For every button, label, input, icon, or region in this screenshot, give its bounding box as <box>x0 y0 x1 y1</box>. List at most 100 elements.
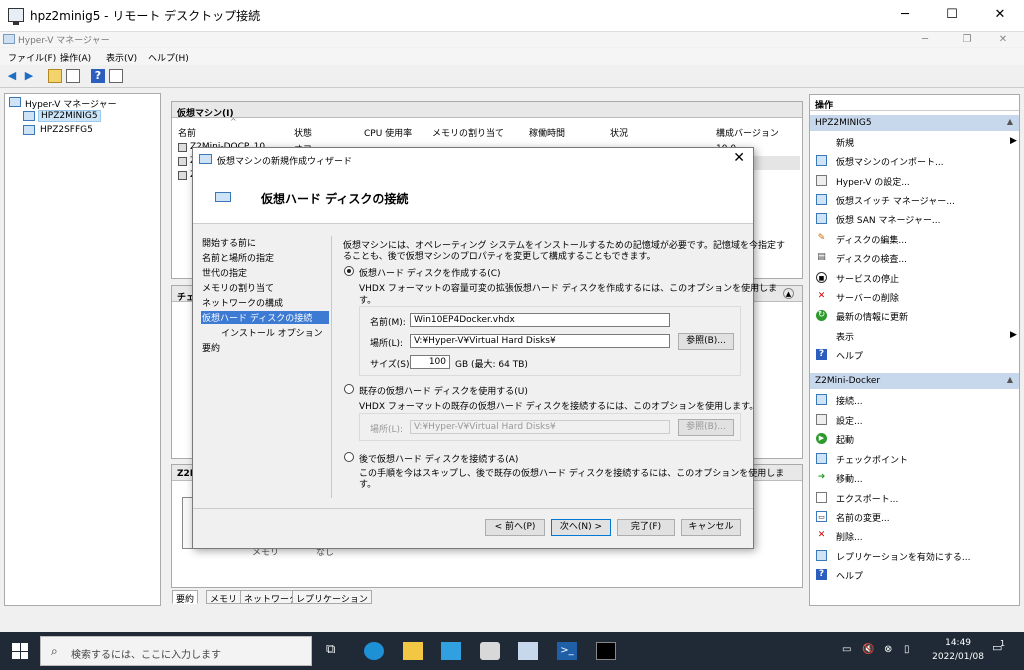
app-minimize-icon[interactable]: ─ <box>915 32 935 47</box>
vm-icon <box>178 143 187 152</box>
clock-date: 2022/01/08 <box>932 652 984 662</box>
network-error-icon[interactable]: ⊗ <box>884 644 892 655</box>
opt-later-desc2: す。 <box>359 480 377 490</box>
start-windows-icon[interactable] <box>12 643 28 659</box>
disk-location-input[interactable]: V:¥Hyper-V¥Virtual Hard Disks¥ <box>410 334 670 348</box>
dialog-title: 仮想マシンの新規作成ウィザード <box>217 157 353 167</box>
powershell-icon[interactable]: >_ <box>557 642 577 660</box>
file-explorer-icon[interactable] <box>403 642 423 660</box>
step-virtual-disk[interactable]: 仮想ハード ディスクの接続 <box>201 311 329 324</box>
radio-attach-later[interactable] <box>344 452 354 462</box>
taskbar-search-box[interactable]: ⌕ 検索するには、ここに入力します <box>40 636 312 666</box>
col-cpu[interactable]: CPU 使用率 <box>364 126 412 139</box>
help-icon[interactable]: ? <box>91 69 105 83</box>
search-placeholder: 検索するには、ここに入力します <box>71 650 221 661</box>
store-icon[interactable] <box>441 642 461 660</box>
browse-existing-button[interactable]: 参照(B)... <box>678 419 734 436</box>
wizard-icon <box>199 154 212 164</box>
app-title: Hyper-V マネージャー <box>18 36 110 46</box>
connect-icon <box>816 394 827 405</box>
tree-item-hpz2minig5[interactable]: HPZ2MINIG5 <box>38 110 101 122</box>
app-restore-icon[interactable]: ❐ <box>957 32 977 47</box>
edge-icon[interactable] <box>364 642 384 660</box>
clock-time: 14:49 <box>945 638 972 648</box>
col-name[interactable]: 名前 <box>178 126 196 139</box>
steps-divider <box>331 236 332 498</box>
opt-existing-label[interactable]: 既存の仮想ハード ディスクを使用する(U) <box>359 384 528 397</box>
opt-create-desc2: す。 <box>359 296 377 306</box>
intro-text-line2: ることも、後で仮想マシンのプロパティを変更して構成することもできます。 <box>343 252 656 262</box>
opt-create-label[interactable]: 仮想ハード ディスクを作成する(C) <box>359 266 501 279</box>
opt-later-desc1: この手順を今はスキップし、後で既存の仮想ハード ディスクを接続するには、このオプ… <box>359 469 785 479</box>
size-label: サイズ(S): <box>370 360 413 370</box>
tab-replication[interactable]: レプリケーション <box>292 590 372 605</box>
step-generation[interactable]: 世代の指定 <box>201 266 329 279</box>
step-memory[interactable]: メモリの割り当て <box>201 281 329 294</box>
tree-root[interactable]: Hyper-V マネージャー <box>25 97 117 110</box>
server-icon <box>23 111 35 121</box>
disk-name-input[interactable]: Win10EP4Docker.vhdx <box>410 313 670 327</box>
vm-icon <box>178 171 187 180</box>
menu-action[interactable]: 操作(A) <box>60 51 91 64</box>
clock[interactable]: 14:49 2022/01/08 <box>932 636 984 664</box>
opt-existing-desc: VHDX フォーマットの既存の仮想ハード ディスクを接続するには、このオプション… <box>359 402 759 412</box>
refresh-icon: ↻ <box>816 310 827 321</box>
tray-icon[interactable]: ▭ <box>842 644 851 655</box>
vm-icon <box>178 157 187 166</box>
disk-size-input[interactable]: 100 <box>410 355 450 369</box>
app-close-icon[interactable]: ✕ <box>993 32 1013 47</box>
edit-disk-icon: ✎ <box>817 233 826 243</box>
col-version[interactable]: 構成バージョン <box>716 126 779 139</box>
col-status[interactable]: 状況 <box>610 126 628 139</box>
close-icon[interactable]: ✕ <box>990 6 1010 24</box>
switch-icon <box>816 194 827 205</box>
back-arrow-icon[interactable]: ◀ <box>5 69 19 83</box>
col-memory[interactable]: メモリの割り当て <box>432 126 504 139</box>
col-state[interactable]: 状態 <box>294 126 312 139</box>
cancel-button[interactable]: キャンセル <box>681 519 741 536</box>
tab-summary[interactable]: 要約 <box>172 590 199 605</box>
menu-help[interactable]: ヘルプ(H) <box>148 51 189 64</box>
next-button[interactable]: 次へ(N) > <box>551 519 611 536</box>
battery-icon[interactable]: ▯ <box>904 644 910 655</box>
server-manager-icon[interactable] <box>518 642 538 660</box>
radio-use-existing-disk[interactable] <box>344 384 354 394</box>
menu-file[interactable]: ファイル(F) <box>8 51 56 64</box>
step-summary[interactable]: 要約 <box>201 341 329 354</box>
maximize-icon[interactable]: ☐ <box>942 6 962 24</box>
settings-icon <box>816 175 827 186</box>
step-network[interactable]: ネットワークの構成 <box>201 296 329 309</box>
opt-later-label[interactable]: 後で仮想ハード ディスクを接続する(A) <box>359 452 518 465</box>
actions-section-server[interactable]: HPZ2MINIG5 <box>810 115 1019 131</box>
action-pane-icon[interactable] <box>109 69 123 83</box>
volume-muted-icon[interactable]: 🔇 <box>862 644 874 655</box>
remote-desktop-taskbar-icon[interactable] <box>480 642 500 660</box>
finish-button[interactable]: 完了(F) <box>617 519 675 536</box>
menu-view[interactable]: 表示(V) <box>106 51 137 64</box>
previous-button[interactable]: < 前へ(P) <box>485 519 545 536</box>
actions-section-vm[interactable]: Z2Mini-Docker <box>810 373 1019 389</box>
browse-button[interactable]: 参照(B)... <box>678 333 734 350</box>
forward-arrow-icon[interactable]: ▶ <box>22 69 36 83</box>
console-tree-icon[interactable] <box>66 69 80 83</box>
tree-item-hpz2sffg5[interactable]: HPZ2SFFG5 <box>40 125 93 135</box>
step-before-you-begin[interactable]: 開始する前に <box>201 236 329 249</box>
radio-create-disk[interactable] <box>344 266 354 276</box>
tab-memory[interactable]: メモリ <box>206 590 242 605</box>
minimize-icon[interactable]: ─ <box>895 6 915 24</box>
step-name-location[interactable]: 名前と場所の指定 <box>201 251 329 264</box>
collapse-icon[interactable]: ▲ <box>783 288 794 299</box>
move-icon: ➜ <box>817 472 826 482</box>
terminal-icon[interactable] <box>596 642 616 660</box>
existing-disk-location-input[interactable]: V:¥Hyper-V¥Virtual Hard Disks¥ <box>410 420 670 434</box>
settings-icon <box>816 414 827 425</box>
dialog-title-bar: 仮想マシンの新規作成ウィザード ✕ <box>193 148 753 172</box>
folder-up-icon[interactable] <box>48 69 62 83</box>
dialog-close-icon[interactable]: ✕ <box>733 150 745 166</box>
step-install-options[interactable]: インストール オプション <box>201 326 329 339</box>
dialog-footer-divider <box>193 508 753 509</box>
navigation-tree: Hyper-V マネージャー HPZ2MINIG5 HPZ2SFFG5 <box>4 93 161 606</box>
task-view-icon[interactable]: ⧉ <box>326 642 346 660</box>
checkpoint-icon <box>816 453 827 464</box>
col-uptime[interactable]: 稼働時間 <box>529 126 565 139</box>
